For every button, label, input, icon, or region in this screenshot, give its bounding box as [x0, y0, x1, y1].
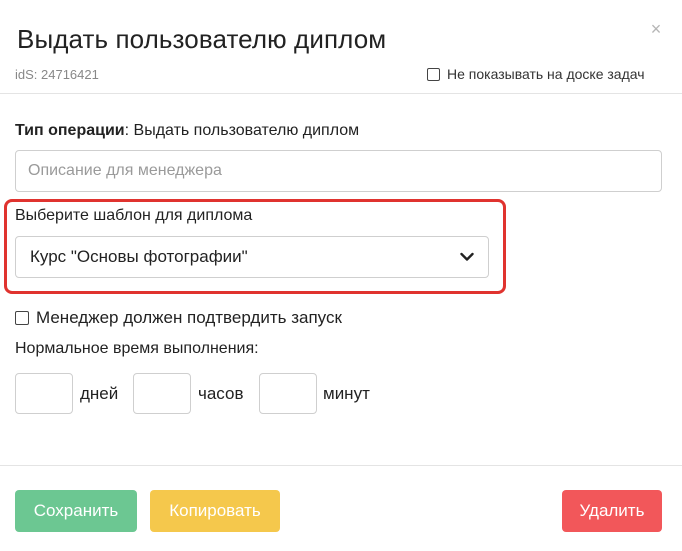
hours-input[interactable] [133, 373, 191, 414]
operation-type-label: Тип операции [15, 122, 125, 139]
header-divider [0, 93, 682, 94]
minutes-label: минут [323, 384, 370, 403]
operation-type: Тип операции: Выдать пользователю диплом [15, 122, 359, 140]
manager-confirm-checkbox[interactable]: Менеджер должен подтвердить запуск [15, 308, 342, 328]
operation-type-value: : Выдать пользователю диплом [124, 122, 360, 139]
dialog-title: Выдать пользователю диплом [17, 24, 387, 54]
hide-from-board-label: Не показывать на доске задач [447, 66, 645, 82]
template-label: Выберите шаблон для диплома [15, 207, 253, 224]
copy-button[interactable]: Копировать [150, 490, 280, 532]
minutes-input[interactable] [259, 373, 317, 414]
template-select[interactable]: Курс "Основы фотографии" [15, 236, 489, 278]
days-label: дней [80, 384, 119, 403]
template-select-value: Курс "Основы фотографии" [30, 247, 248, 266]
checkbox-box[interactable] [427, 67, 440, 81]
chevron-down-icon [460, 252, 474, 261]
ids-label: idS: 24716421 [15, 67, 99, 82]
hours-label: часов [198, 384, 244, 403]
hide-from-board-checkbox[interactable]: Не показывать на доске задач [427, 66, 645, 82]
footer-divider [0, 465, 682, 466]
checkbox-box[interactable] [15, 311, 29, 325]
normal-time-label: Нормальное время выполнения: [15, 340, 259, 357]
issue-diploma-dialog: × Выдать пользователю диплом idS: 247164… [0, 0, 682, 551]
close-icon[interactable]: × [647, 20, 665, 38]
manager-confirm-label: Менеджер должен подтвердить запуск [36, 308, 342, 327]
delete-button[interactable]: Удалить [562, 490, 662, 532]
manager-description-input[interactable] [15, 150, 662, 192]
days-input[interactable] [15, 373, 73, 414]
save-button[interactable]: Сохранить [15, 490, 137, 532]
